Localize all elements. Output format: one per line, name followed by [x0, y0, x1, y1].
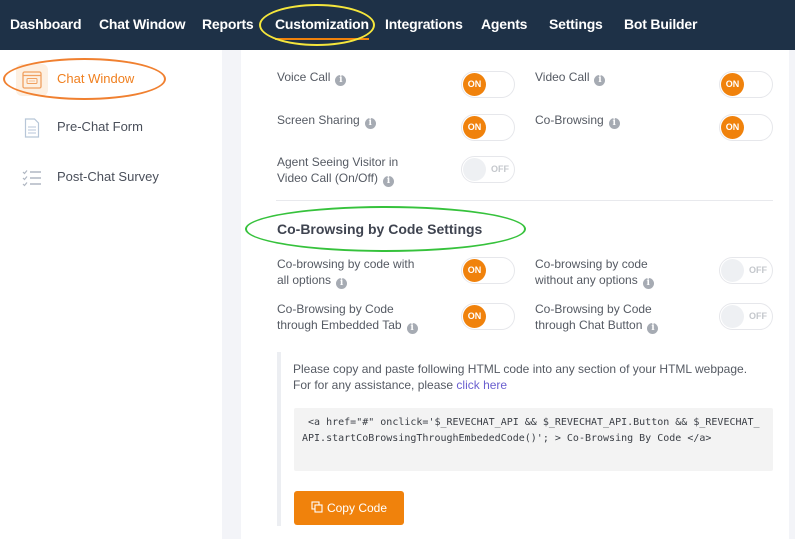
- label-line2: all options: [277, 273, 332, 287]
- info-icon[interactable]: i: [335, 75, 347, 86]
- label-line1: Co-browsing by code with: [277, 257, 415, 271]
- section-title: Co-Browsing by Code Settings: [277, 221, 483, 237]
- agent-seeing-visitor-toggle[interactable]: OFF: [461, 156, 515, 183]
- chat-button-toggle[interactable]: OFF: [719, 303, 773, 330]
- nav-chat-window[interactable]: Chat Window: [99, 0, 186, 50]
- toggle-state: OFF: [749, 311, 767, 321]
- all-options-label: Co-browsing by code with all options i: [277, 256, 414, 289]
- without-options-toggle[interactable]: OFF: [719, 257, 773, 284]
- toggle-knob: [721, 259, 744, 282]
- info-icon[interactable]: i: [364, 118, 376, 129]
- nav-agents[interactable]: Agents: [481, 0, 527, 50]
- instructions-line2: For for any assistance, please: [293, 378, 457, 392]
- video-call-label: Video Call i: [535, 69, 606, 86]
- label-line1: Co-browsing by code: [535, 257, 648, 271]
- sidebar-item-chat-window[interactable]: Chat Window: [0, 62, 222, 102]
- chat-button-label: Co-Browsing by Code through Chat Button i: [535, 301, 659, 334]
- toggle-knob: ON: [721, 116, 744, 139]
- instructions-text: Please copy and paste following HTML cod…: [293, 361, 783, 393]
- info-icon[interactable]: i: [647, 323, 659, 334]
- info-icon[interactable]: i: [642, 278, 654, 289]
- checklist-icon: [20, 166, 44, 190]
- label-line1: Co-Browsing by Code: [277, 302, 394, 316]
- info-icon[interactable]: i: [594, 75, 606, 86]
- sidebar-item-label: Pre-Chat Form: [57, 119, 143, 134]
- toggle-knob: ON: [463, 73, 486, 96]
- copy-code-button[interactable]: Copy Code: [294, 491, 404, 525]
- top-navigation: Dashboard Chat Window Reports Customizat…: [0, 0, 795, 50]
- nav-dashboard[interactable]: Dashboard: [10, 0, 82, 50]
- nav-reports[interactable]: Reports: [202, 0, 254, 50]
- code-snippet[interactable]: <a href="#" onclick='$_REVECHAT_API && $…: [294, 408, 773, 471]
- embedded-tab-toggle[interactable]: ON: [461, 303, 515, 330]
- info-icon[interactable]: i: [336, 278, 348, 289]
- info-icon[interactable]: i: [382, 176, 394, 187]
- right-gutter: [789, 50, 795, 539]
- voice-call-toggle[interactable]: ON: [461, 71, 515, 98]
- label-text: Voice Call: [277, 70, 331, 84]
- label-text: Video Call: [535, 70, 590, 84]
- sidebar-item-post-chat-survey[interactable]: Post-Chat Survey: [0, 158, 222, 198]
- toggle-knob: ON: [463, 259, 486, 282]
- toggle-knob: [721, 305, 744, 328]
- copy-icon: [311, 500, 323, 516]
- instructions-line1: Please copy and paste following HTML cod…: [293, 362, 748, 376]
- toggle-state: OFF: [749, 265, 767, 275]
- document-icon: [20, 116, 44, 140]
- label-text: Screen Sharing: [277, 113, 360, 127]
- label-line1: Agent Seeing Visitor in: [277, 155, 399, 169]
- label-line2: through Embedded Tab: [277, 318, 402, 332]
- label-line1: Co-Browsing by Code: [535, 302, 652, 316]
- co-browsing-label: Co-Browsing i: [535, 112, 620, 129]
- video-call-toggle[interactable]: ON: [719, 71, 773, 98]
- co-browsing-toggle[interactable]: ON: [719, 114, 773, 141]
- nav-settings[interactable]: Settings: [549, 0, 603, 50]
- toggle-knob: ON: [721, 73, 744, 96]
- info-icon[interactable]: i: [608, 118, 620, 129]
- embedded-tab-label: Co-Browsing by Code through Embedded Tab i: [277, 301, 418, 334]
- toggle-knob: [463, 158, 486, 181]
- label-line2: Video Call (On/Off): [277, 171, 378, 185]
- label-text: Co-Browsing: [535, 113, 604, 127]
- sidebar: Chat Window Pre-Chat Form Post-Chat Surv…: [0, 50, 222, 539]
- sidebar-item-label: Chat Window: [57, 71, 135, 86]
- nav-integrations[interactable]: Integrations: [385, 0, 463, 50]
- sidebar-item-pre-chat-form[interactable]: Pre-Chat Form: [0, 108, 222, 148]
- help-link[interactable]: click here: [456, 378, 507, 392]
- chat-window-icon: [16, 64, 48, 96]
- nav-bot-builder[interactable]: Bot Builder: [624, 0, 697, 50]
- nav-customization[interactable]: Customization: [275, 0, 369, 50]
- toggle-knob: ON: [463, 116, 486, 139]
- toggle-state: OFF: [491, 164, 509, 174]
- voice-call-label: Voice Call i: [277, 69, 347, 86]
- sidebar-item-label: Post-Chat Survey: [57, 169, 159, 184]
- agent-seeing-visitor-label: Agent Seeing Visitor in Video Call (On/Of…: [277, 154, 398, 187]
- without-options-label: Co-browsing by code without any options i: [535, 256, 654, 289]
- content-gutter: [222, 50, 241, 539]
- info-icon[interactable]: i: [406, 323, 418, 334]
- label-line2: without any options: [535, 273, 638, 287]
- copy-code-label: Copy Code: [326, 501, 388, 515]
- screen-sharing-toggle[interactable]: ON: [461, 114, 515, 141]
- screen-sharing-label: Screen Sharing i: [277, 112, 376, 129]
- section-divider: [276, 200, 773, 201]
- toggle-knob: ON: [463, 305, 486, 328]
- all-options-toggle[interactable]: ON: [461, 257, 515, 284]
- label-line2: through Chat Button: [535, 318, 643, 332]
